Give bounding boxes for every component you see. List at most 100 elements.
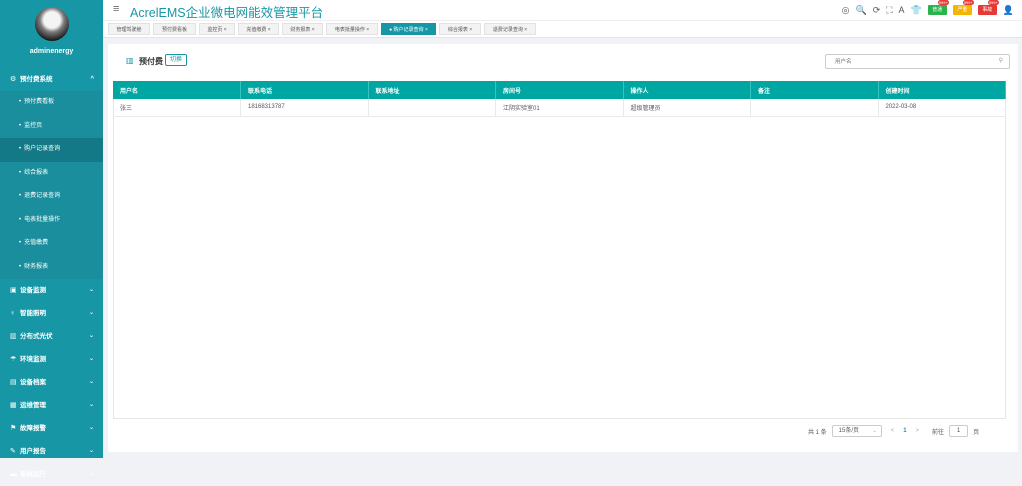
top-bar: ≡ AcrelEMS企业微电网能效管理平台 ◎ 🔍 ⟳ ⛶ A 👕 普通 999+ 严重 999+… <box>103 0 1022 20</box>
chevron-down-icon: ⌄ <box>88 471 94 477</box>
tab-item[interactable]: 充值缴费 × <box>238 23 279 35</box>
username: adminenergy <box>29 48 74 55</box>
close-tab-icon[interactable]: × <box>468 27 472 33</box>
column-header[interactable]: 房间号 <box>495 81 624 99</box>
tab-item[interactable]: 监控页 × <box>199 23 235 35</box>
page-unit: 页 <box>973 429 980 436</box>
normal-badge[interactable]: 普通 999+ <box>927 0 949 15</box>
theme-icon[interactable]: 👕 <box>911 5 922 16</box>
chevron-down-icon: ⌄ <box>88 310 94 316</box>
sidebar-item-label: 智能照明 <box>20 310 46 317</box>
badge-count: 999+ <box>937 0 949 5</box>
sidebar-item[interactable]: ☂ 环境监测 ⌄ <box>0 348 103 371</box>
current-page[interactable]: 1 <box>903 428 906 434</box>
search-icon[interactable]: ⚲ <box>999 57 1003 64</box>
column-header[interactable]: 用户名 <box>113 81 241 99</box>
page-size-value: 15条/页 <box>838 428 860 434</box>
goto-label: 前往 <box>932 429 945 436</box>
tab-item[interactable]: 退费记录查询 × <box>484 23 536 35</box>
next-page-button[interactable]: > <box>916 428 920 434</box>
sidebar-item[interactable]: ♀ 智能照明 ⌄ <box>0 302 103 325</box>
close-tab-icon[interactable]: × <box>424 27 428 33</box>
tab-label: 综合报表 <box>447 27 468 33</box>
search-box[interactable]: ⚲ <box>825 54 1010 69</box>
sidebar-item[interactable]: ⚑ 故障报警 ⌄ <box>0 417 103 440</box>
sidebar-item[interactable]: ⚙ 预付费系统 ^ <box>0 68 103 91</box>
user-icon[interactable]: 👤 <box>1003 5 1014 16</box>
system-icon: ▬ <box>10 471 17 478</box>
sidebar-subitem[interactable]: 退费记录查询 <box>0 185 103 209</box>
table-frame <box>113 81 1006 419</box>
prepaid-icon: ⚙ <box>10 76 17 83</box>
close-tab-icon[interactable]: × <box>523 27 527 33</box>
sidebar-item[interactable]: ▥ 分布式光伏 ⌄ <box>0 325 103 348</box>
tab-item[interactable]: 电表批量操作 × <box>326 23 378 35</box>
tab-item[interactable]: 预付费看板 <box>153 23 196 35</box>
table-icon: ▥ <box>126 56 134 65</box>
table-header-row: 用户名 联系电话 联系地址 房间号 操作人 备注 创建时间 <box>113 81 1006 99</box>
sidebar-subitem[interactable]: 电表批量操作 <box>0 208 103 232</box>
tab-item[interactable]: 管理驾驶舱 <box>108 23 150 35</box>
search-icon[interactable]: 🔍 <box>855 5 866 16</box>
chevron-down-icon: ⌄ <box>88 448 94 454</box>
sidebar-subitem[interactable]: 预付费看板 <box>0 91 103 115</box>
close-tab-icon[interactable]: × <box>310 27 315 33</box>
prev-page-button[interactable]: < <box>891 428 895 434</box>
chevron-down-icon: ⌄ <box>88 425 94 431</box>
switch-button[interactable]: 切换 <box>165 54 188 66</box>
sidebar-subitem[interactable]: 充值缴费 <box>0 232 103 256</box>
sidebar-subitem[interactable]: 购户记录查询 <box>0 138 103 162</box>
chevron-down-icon: ⌄ <box>88 333 94 339</box>
avatar[interactable] <box>35 7 69 41</box>
sidebar-item[interactable]: ▦ 运维管理 ⌄ <box>0 394 103 417</box>
sidebar-subitem[interactable]: 综合报表 <box>0 161 103 185</box>
column-header[interactable]: 联系地址 <box>368 81 496 99</box>
table-body: 张三 18168313787 江阴实验室01 超级管理员 2022-03-08 <box>113 99 1006 117</box>
table-cell <box>368 99 496 117</box>
sidebar-menu: ⚙预付费系统 ^ 预付费看板监控页购户记录查询综合报表退费记录查询电表批量操作充值缴… <box>0 68 103 486</box>
tab-item[interactable]: 财务报表 × <box>282 23 323 35</box>
table-cell: 超级管理员 <box>623 99 751 117</box>
tab-item[interactable]: 综合报表 × <box>439 23 481 35</box>
table-cell: 张三 <box>113 99 241 117</box>
sidebar-item[interactable]: ▣ 设备监测 ⌄ <box>0 279 103 302</box>
report-icon: ✎ <box>10 448 16 455</box>
environment-icon: ☂ <box>10 356 17 363</box>
refresh-icon[interactable]: ⟳ <box>873 5 881 16</box>
emergency-badge[interactable]: 事故 999+ <box>977 0 999 15</box>
page-size-select[interactable]: 15条/页 ⌄ <box>831 425 882 437</box>
font-size-icon[interactable]: A <box>899 5 905 15</box>
chevron-down-icon: ⌄ <box>872 428 877 434</box>
sidebar-subitem[interactable]: 财务报表 <box>0 255 103 279</box>
tab-label: 电表批量操作 <box>334 27 365 33</box>
table-row[interactable]: 张三 18168313787 江阴实验室01 超级管理员 2022-03-08 <box>113 99 1006 117</box>
tab-label: 预付费看板 <box>161 27 187 33</box>
important-badge[interactable]: 严重 999+ <box>952 0 974 15</box>
column-header[interactable]: 创建时间 <box>878 81 1006 99</box>
close-tab-icon[interactable]: × <box>222 27 227 33</box>
monitor-icon: ▣ <box>10 287 17 294</box>
sidebar-item[interactable]: ✎ 用户报告 ⌄ <box>0 440 103 463</box>
tab-label: 退费记录查询 <box>492 27 523 33</box>
close-tab-icon[interactable]: × <box>365 27 369 33</box>
column-header[interactable]: 联系电话 <box>240 81 369 99</box>
sidebar-item[interactable]: ▬ 系统运行 ⌄ <box>0 463 103 486</box>
main-card: ▥ 预付费 切换 ⚲ 用户名联系电话联系地址房间号操作人备注创建时间 张三181… <box>108 44 1018 452</box>
chevron-down-icon: ⌄ <box>88 287 94 293</box>
tab-item[interactable]: ● 购户记录查询 × <box>381 23 436 35</box>
alarm-icon: ⚑ <box>10 425 17 432</box>
sidebar-item-label: 系统运行 <box>20 471 46 478</box>
tab-bar: 管理驾驶舱 预付费看板 监控页 × 充值缴费 × 财务报表 × 电表批量操作 × ● 购户记… <box>103 20 1022 38</box>
username-search-input[interactable] <box>826 55 991 68</box>
hamburger-menu-icon[interactable]: ≡ <box>113 3 119 15</box>
column-header[interactable]: 操作人 <box>623 81 751 99</box>
sidebar-item[interactable]: ▤ 设备档案 ⌄ <box>0 371 103 394</box>
column-header[interactable]: 备注 <box>750 81 879 99</box>
fullscreen-icon[interactable]: ⛶ <box>886 5 892 16</box>
close-tab-icon[interactable]: × <box>266 27 271 33</box>
chevron-down-icon: ⌄ <box>88 356 94 362</box>
help-icon[interactable]: ◎ <box>842 5 850 16</box>
goto-page-input[interactable]: 1 <box>949 425 969 437</box>
sidebar-subitem[interactable]: 监控页 <box>0 114 103 138</box>
records-table: 用户名 联系电话 联系地址 房间号 操作人 备注 创建时间 张三 18168313787 江阴实… <box>113 81 1006 117</box>
